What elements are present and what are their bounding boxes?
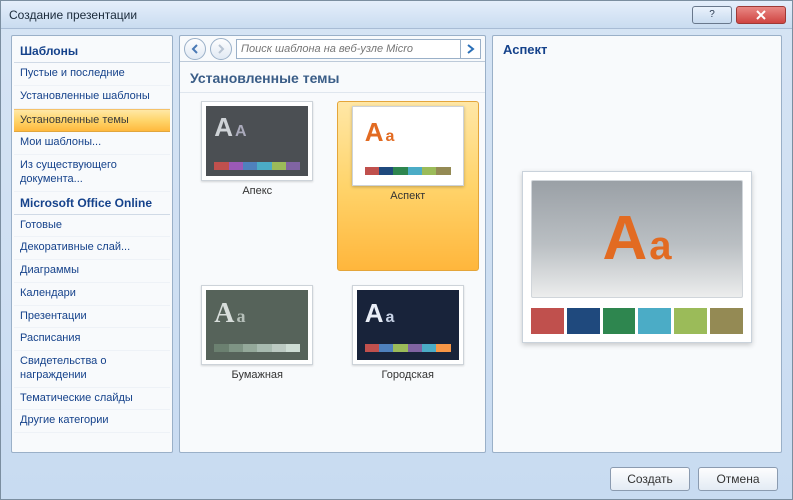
content-area: Шаблоны Пустые и последние Установленные… <box>11 35 782 453</box>
aa-icon: Aa <box>602 203 671 274</box>
sidebar-item-content-slides[interactable]: Тематические слайды <box>14 388 170 411</box>
close-button[interactable] <box>736 6 786 24</box>
themes-toolbar <box>180 36 485 62</box>
window-title: Создание презентации <box>7 8 692 22</box>
sidebar-header-templates: Шаблоны <box>14 40 170 63</box>
theme-paper[interactable]: Aa Бумажная <box>186 285 329 445</box>
arrow-left-icon <box>190 44 200 54</box>
search-box <box>236 39 481 59</box>
theme-label: Аспект <box>390 190 425 202</box>
theme-label: Городская <box>382 369 434 381</box>
cancel-button[interactable]: Отмена <box>698 467 778 491</box>
sidebar-item-more-categories[interactable]: Другие категории <box>14 410 170 433</box>
titlebar: Создание презентации ? <box>1 1 792 29</box>
search-input[interactable] <box>237 40 460 58</box>
preview-slide-upper: Aa <box>531 180 743 298</box>
nav-back-button[interactable] <box>184 38 206 60</box>
sidebar-item-featured[interactable]: Готовые <box>14 215 170 238</box>
sidebar-item-calendars[interactable]: Календари <box>14 283 170 306</box>
theme-label: Апекс <box>242 185 272 197</box>
help-button[interactable]: ? <box>692 6 732 24</box>
sidebar-item-certificates[interactable]: Свидетельства о награждении <box>14 351 170 388</box>
sidebar-item-my-templates[interactable]: Мои шаблоны... <box>14 132 170 155</box>
theme-thumbnail: Aa <box>352 285 464 365</box>
arrow-right-icon <box>466 44 476 54</box>
preview-title: Аспект <box>501 42 773 67</box>
preview-panel: Аспект Aa <box>492 35 782 453</box>
sidebar-item-diagrams[interactable]: Диаграммы <box>14 260 170 283</box>
sidebar-item-installed-themes[interactable]: Установленные темы <box>14 109 170 133</box>
themes-title: Установленные темы <box>180 62 485 93</box>
preview-palette <box>531 308 743 334</box>
sidebar-item-blank[interactable]: Пустые и последние <box>14 63 170 86</box>
sidebar-header-online: Microsoft Office Online <box>14 192 170 215</box>
theme-thumbnail: Aa <box>352 106 464 186</box>
sidebar-item-installed-templates[interactable]: Установленные шаблоны <box>14 86 170 109</box>
sidebar-item-design-slides[interactable]: Декоративные слай... <box>14 237 170 260</box>
themes-panel: Установленные темы AA Апекс Aa <box>179 35 486 453</box>
preview-frame: Aa <box>522 171 752 343</box>
theme-thumbnail: Aa <box>201 285 313 365</box>
dialog-footer: Создать Отмена <box>610 467 778 491</box>
sidebar-item-schedules[interactable]: Расписания <box>14 328 170 351</box>
close-icon <box>756 10 766 20</box>
sidebar-item-from-existing[interactable]: Из существующего документа... <box>14 155 170 192</box>
dialog-window: Создание презентации ? Шаблоны Пустые и … <box>0 0 793 500</box>
theme-city[interactable]: Aa Городская <box>337 285 480 445</box>
theme-label: Бумажная <box>231 369 283 381</box>
sidebar: Шаблоны Пустые и последние Установленные… <box>11 35 173 453</box>
search-go-button[interactable] <box>460 40 480 58</box>
themes-grid: AA Апекс Aa Аспект <box>180 93 485 452</box>
theme-aspect[interactable]: Aa Аспект <box>337 101 480 271</box>
create-button[interactable]: Создать <box>610 467 690 491</box>
titlebar-controls: ? <box>692 6 786 24</box>
arrow-right-icon <box>216 44 226 54</box>
theme-apex[interactable]: AA Апекс <box>186 101 329 271</box>
nav-forward-button[interactable] <box>210 38 232 60</box>
theme-thumbnail: AA <box>201 101 313 181</box>
preview-stage: Aa <box>501 67 773 446</box>
sidebar-item-presentations[interactable]: Презентации <box>14 306 170 329</box>
